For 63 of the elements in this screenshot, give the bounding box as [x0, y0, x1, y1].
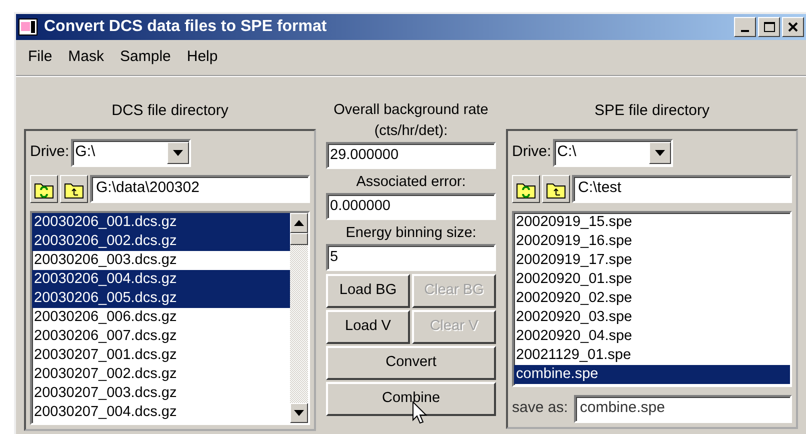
save-as-label: save as: [512, 398, 568, 418]
scroll-down-icon [294, 410, 304, 416]
file-list-item[interactable]: 20030206_007.dcs.gz [32, 326, 290, 346]
minimize-button[interactable] [734, 17, 756, 37]
scroll-up-icon [294, 220, 304, 226]
file-list-item[interactable]: 20020920_01.spe [514, 270, 790, 288]
file-list-item[interactable]: 20030207_001.dcs.gz [32, 346, 290, 364]
input-field[interactable]: 29.000000 [326, 142, 496, 169]
file-list-item[interactable]: 20030207_002.dcs.gz [32, 364, 290, 384]
path-field[interactable]: C:\test [572, 174, 792, 202]
refresh-button[interactable] [512, 174, 540, 202]
parent-folder-button[interactable] [542, 174, 570, 202]
app-icon [18, 17, 38, 37]
file-list-item[interactable]: 20030206_006.dcs.gz [32, 308, 290, 326]
action-button[interactable]: Convert [326, 346, 496, 380]
panel-title: SPE file directory [594, 101, 710, 121]
input-field[interactable]: 0.000000 [326, 193, 496, 220]
file-list-item[interactable]: combine.spe [514, 364, 790, 384]
scrollbar[interactable] [290, 212, 308, 422]
file-list-item[interactable]: 20020920_04.spe [514, 326, 790, 346]
close-icon [787, 21, 799, 33]
close-button[interactable] [782, 17, 804, 37]
drive-dropdown[interactable]: C:\ [553, 138, 674, 166]
file-list-item[interactable]: 20020919_16.spe [514, 232, 790, 250]
menu-item[interactable]: Sample [112, 46, 179, 69]
scrollbar-thumb[interactable] [290, 232, 308, 244]
file-list-item[interactable]: 20030206_002.dcs.gz [32, 232, 290, 250]
dropdown-arrow-icon [655, 150, 666, 156]
drive-label: Drive: [30, 142, 70, 162]
file-list-item[interactable]: 20020919_17.spe [514, 250, 790, 270]
mouse-cursor-icon [412, 401, 428, 425]
file-list-item[interactable]: 20030207_003.dcs.gz [32, 384, 290, 402]
panel-title: DCS file directory [112, 101, 228, 121]
drive-dropdown[interactable]: G:\ [71, 138, 192, 166]
action-button[interactable]: Load V [326, 310, 410, 344]
file-list-item[interactable]: 20030206_003.dcs.gz [32, 250, 290, 270]
file-list-item[interactable]: 20020919_15.spe [514, 212, 790, 232]
menu-item[interactable]: Help [178, 46, 226, 69]
menu-item[interactable]: File [20, 46, 60, 69]
file-list-item[interactable]: 20030207_004.dcs.gz [32, 402, 290, 422]
maximize-button[interactable] [758, 17, 780, 37]
action-button[interactable]: Combine [326, 382, 496, 416]
input-field[interactable]: 5 [326, 244, 496, 271]
file-list-item[interactable]: 20020920_02.spe [514, 288, 790, 308]
file-list-item[interactable]: 20020920_03.spe [514, 308, 790, 326]
minimize-icon [741, 30, 749, 32]
file-list-item[interactable]: 20021129_01.spe [514, 346, 790, 364]
path-field[interactable]: G:\data\200302 [90, 174, 310, 202]
window-title: Convert DCS data files to SPE format [44, 17, 327, 37]
refresh-button[interactable] [30, 174, 58, 202]
field-label: Energy binning size: [344, 224, 478, 243]
maximize-icon [763, 21, 775, 33]
save-as-field[interactable]: combine.spe [574, 394, 792, 422]
menu-item[interactable]: Mask [60, 46, 112, 69]
field-label: Associated error: [355, 173, 467, 192]
file-list-item[interactable]: 20030206_001.dcs.gz [32, 212, 290, 232]
drive-label: Drive: [512, 142, 552, 162]
dropdown-arrow-icon [173, 150, 184, 156]
file-list-item[interactable]: 20030206_005.dcs.gz [32, 288, 290, 308]
file-list-item[interactable]: 20030206_004.dcs.gz [32, 270, 290, 288]
parent-folder-button[interactable] [60, 174, 88, 202]
field-label: Overall background rate (cts/hr/det): [332, 101, 490, 141]
action-button[interactable]: Load BG [326, 274, 410, 308]
